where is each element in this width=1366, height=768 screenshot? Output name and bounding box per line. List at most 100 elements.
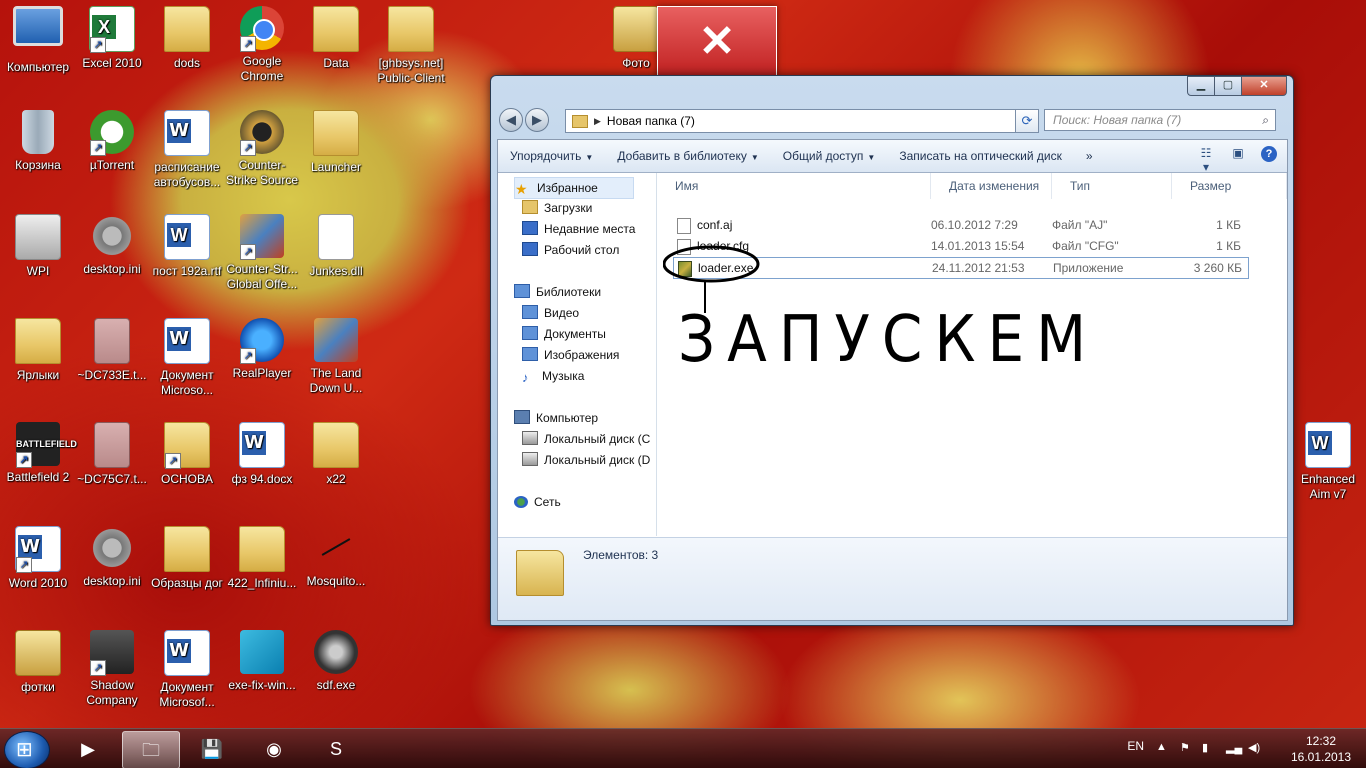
desktop-icon-item[interactable]: Документ Microsof...	[149, 630, 225, 710]
nav-downloads[interactable]: Загрузки	[522, 198, 592, 218]
nav-documents[interactable]: Документы	[522, 324, 606, 344]
desktop-icon-item[interactable]: Excel 2010	[74, 6, 150, 71]
desktop-icon-item[interactable]: Mosquito...	[298, 526, 374, 589]
file-row[interactable]: conf.aj 06.10.2012 7:29 Файл "AJ" 1 КБ	[673, 215, 1247, 235]
volume-icon[interactable]: ◀)	[1248, 741, 1262, 755]
file-size: 3 260 КБ	[1193, 261, 1242, 275]
view-options-icon[interactable]: ☷ ▾	[1197, 146, 1215, 174]
desktop-icon-item[interactable]: WPI	[0, 214, 76, 279]
folder-icon	[313, 110, 359, 156]
desktop-icon-item[interactable]: exe-fix-win...	[224, 630, 300, 693]
desktop-icon-item[interactable]: Battlefield 2	[0, 422, 76, 485]
nav-music[interactable]: ♪ Музыка	[522, 366, 584, 386]
documents-icon	[522, 326, 538, 340]
desktop-icon-item[interactable]: Shadow Company	[74, 630, 150, 708]
maximize-button[interactable]: ▢	[1214, 76, 1242, 96]
library-icon	[514, 284, 530, 298]
desktop-icon-item[interactable]: Data	[298, 6, 374, 71]
preview-pane-icon[interactable]: ▣	[1229, 146, 1247, 162]
help-icon[interactable]: ?	[1261, 146, 1277, 162]
desktop-icon-item[interactable]: 422_Infiniu...	[224, 526, 300, 591]
signal-icon[interactable]: ▂▄	[1226, 741, 1242, 755]
organize-menu[interactable]: Упорядочить ▼	[510, 149, 593, 163]
nav-libraries[interactable]: Библиотеки	[514, 282, 601, 302]
desktop-icon-item[interactable]: расписание автобусов...	[149, 110, 225, 190]
desktop-icon-item[interactable]: ~DC733E.t...	[74, 318, 150, 383]
address-bar[interactable]: ▶ Новая папка (7) ▼	[565, 109, 1027, 133]
star-icon: ★	[515, 181, 528, 197]
search-input[interactable]: Поиск: Новая папка (7) ⌕	[1044, 109, 1276, 131]
desktop-icon-item[interactable]: Counter-Strike Source	[224, 110, 300, 188]
desktop-icon-item[interactable]: Ярлыки	[0, 318, 76, 383]
nav-favorites[interactable]: ★ Избранное	[514, 177, 634, 199]
nav-recent-places[interactable]: Недавние места	[522, 219, 635, 239]
save-disk-taskbar-icon[interactable]: 💾	[184, 731, 240, 767]
language-indicator[interactable]: EN	[1127, 739, 1144, 753]
desktop-icon-item[interactable]: RealPlayer	[224, 318, 300, 381]
nav-network[interactable]: Сеть	[514, 492, 561, 512]
column-header-date[interactable]: Дата изменения	[931, 173, 1052, 199]
desktop-icon-item[interactable]: Корзина	[0, 110, 76, 173]
gear-icon	[90, 526, 134, 570]
desktop-icon-item[interactable]: пост 192a.rtf	[149, 214, 225, 279]
back-button[interactable]: ◀	[499, 108, 523, 132]
explorer-taskbar-icon[interactable]: 🗀	[122, 731, 180, 768]
folder-icon	[313, 422, 359, 468]
nav-computer[interactable]: Компьютер	[514, 408, 598, 428]
network-status-icon[interactable]: ⚑	[1180, 741, 1194, 755]
desktop-icon-item[interactable]: x22	[298, 422, 374, 487]
nav-drive-c[interactable]: Локальный диск (C	[522, 429, 650, 449]
desktop-icon-item[interactable]: [ghbsys.net] Public-Client	[373, 6, 449, 86]
breadcrumb-arrow-icon[interactable]: ▶	[594, 116, 601, 127]
nav-drive-d[interactable]: Локальный диск (D	[522, 450, 650, 470]
desktop-icon-label: desktop.ini	[83, 262, 141, 276]
chrome-taskbar-icon[interactable]: ◉	[246, 731, 302, 767]
more-commands-button[interactable]: »	[1086, 149, 1093, 163]
nav-desktop[interactable]: Рабочий стол	[522, 240, 619, 260]
desktop-icon-label: Образцы дог	[151, 576, 223, 590]
search-icon[interactable]: ⌕	[1262, 113, 1269, 128]
start-button[interactable]	[4, 731, 50, 768]
minimize-button[interactable]: ▁	[1187, 76, 1215, 96]
mosq-icon	[314, 526, 358, 570]
desktop-icon-item[interactable]: Word 2010	[0, 526, 76, 591]
forward-button[interactable]: ▶	[525, 108, 549, 132]
desktop-icon-item[interactable]: Компьютер	[0, 6, 76, 75]
desktop-icon-item[interactable]: Документ Microso...	[149, 318, 225, 398]
skype-taskbar-icon[interactable]: S	[308, 731, 364, 767]
desktop-icon-item[interactable]: Образцы дог	[149, 526, 225, 591]
refresh-button[interactable]: ⟳	[1015, 109, 1039, 133]
desktop-icon-item[interactable]: The Land Down U...	[298, 318, 374, 396]
folder-icon	[164, 6, 210, 52]
usb-icon[interactable]: ▮	[1202, 741, 1216, 755]
desktop-icon-item[interactable]: µTorrent	[74, 110, 150, 173]
desktop-icon-item[interactable]: Counter-Str... Global Offe...	[224, 214, 300, 292]
column-header-name[interactable]: Имя	[657, 173, 931, 199]
tray-arrow-icon[interactable]: ▲	[1156, 741, 1170, 755]
desktop-icon-label: WPI	[26, 264, 50, 278]
column-header-size[interactable]: Размер	[1172, 173, 1287, 199]
desktop-icon-item[interactable]: sdf.exe	[298, 630, 374, 693]
column-header-type[interactable]: Тип	[1052, 173, 1172, 199]
desktop-icon-item[interactable]: Launcher	[298, 110, 374, 175]
desktop-icon-item[interactable]: dods	[149, 6, 225, 71]
share-menu[interactable]: Общий доступ ▼	[783, 149, 876, 163]
nav-pictures[interactable]: Изображения	[522, 345, 619, 365]
close-button[interactable]: ✕	[1241, 76, 1287, 96]
add-to-library-menu[interactable]: Добавить в библиотеку ▼	[617, 149, 758, 163]
clock[interactable]: 12:32 16.01.2013	[1286, 733, 1356, 765]
chrome-icon	[240, 6, 284, 52]
desktop-icon-item[interactable]: desktop.ini	[74, 526, 150, 589]
media-player-taskbar-icon[interactable]: ▶	[60, 731, 116, 767]
desktop-icon-item[interactable]: OCHOBA	[149, 422, 225, 487]
nav-videos[interactable]: Видео	[522, 303, 579, 323]
desktop-icon-item[interactable]: фотки	[0, 630, 76, 695]
desktop-icon-item[interactable]: Junkes.dll	[298, 214, 374, 279]
desktop-icon-item[interactable]: Enhanced Aim v7	[1290, 422, 1366, 502]
desktop-icon-item[interactable]: desktop.ini	[74, 214, 150, 277]
burn-button[interactable]: Записать на оптический диск	[899, 149, 1062, 163]
desktop-icon-item[interactable]: Google Chrome	[224, 6, 300, 84]
desktop-icon-item[interactable]: ~DC75C7.t...	[74, 422, 150, 487]
annotation-text: ЗАПУСКЕМ	[678, 301, 1099, 377]
desktop-icon-item[interactable]: фз 94.docx	[224, 422, 300, 487]
